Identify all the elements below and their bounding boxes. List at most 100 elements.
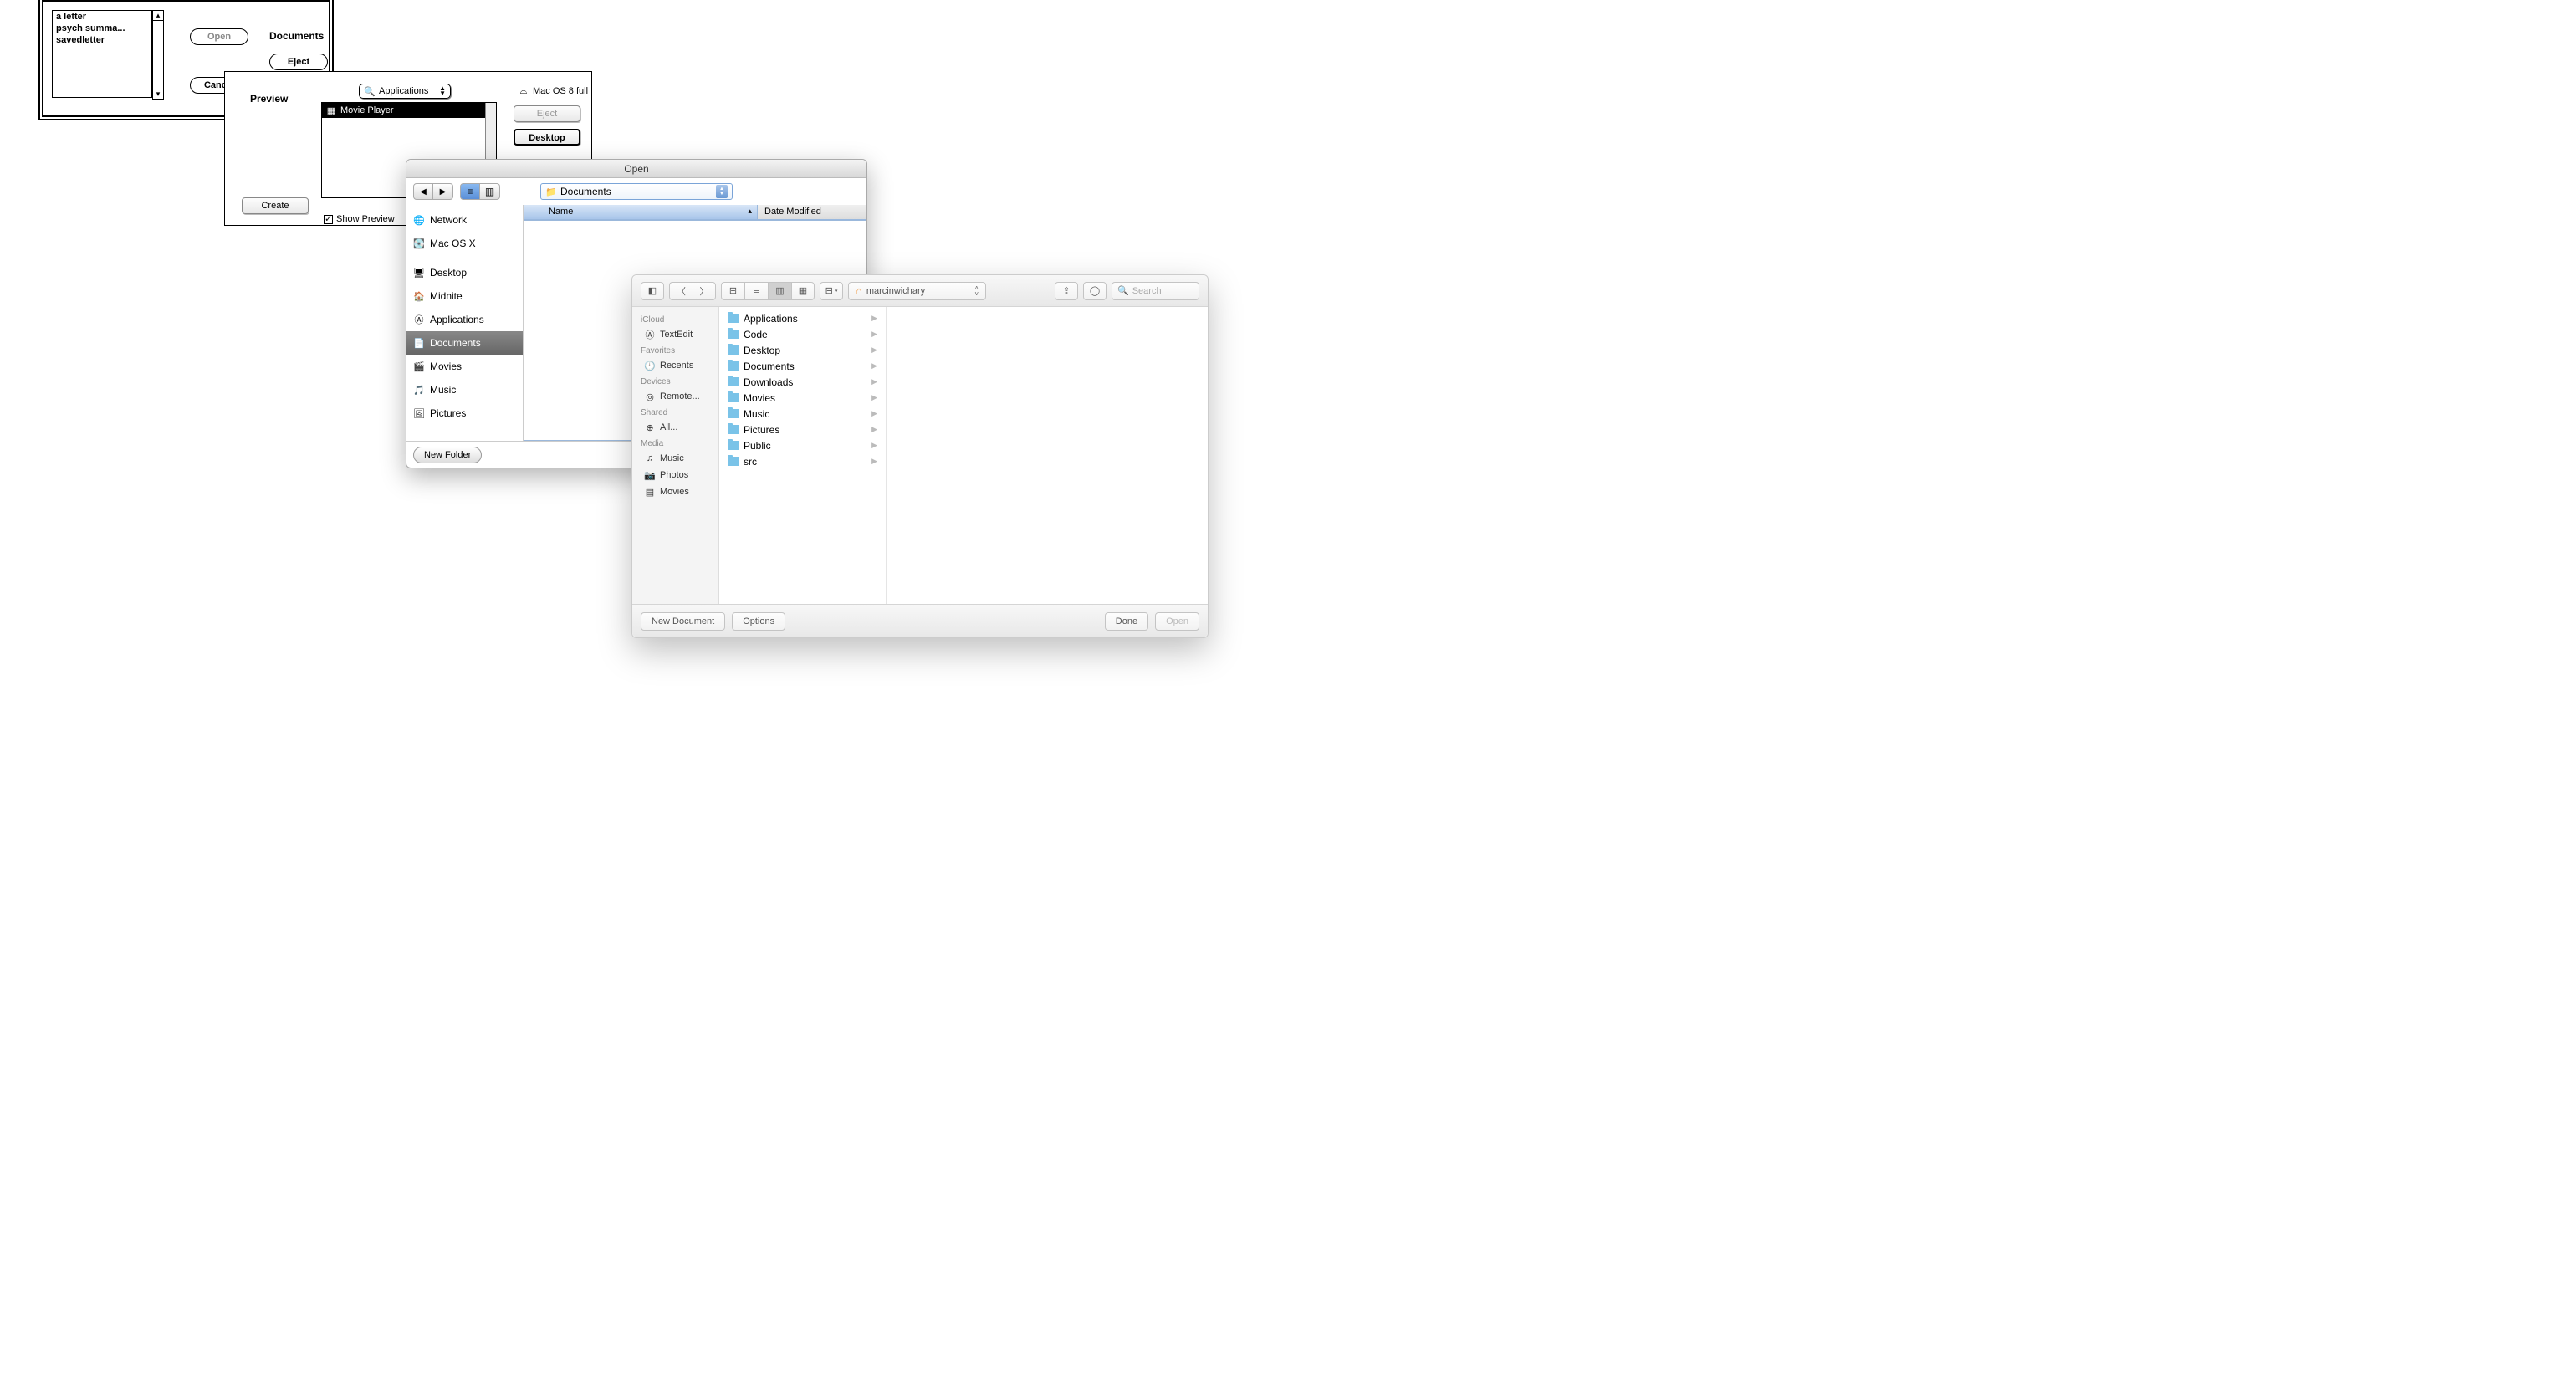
chevron-right-icon: ▶ bbox=[871, 361, 877, 371]
sidebar-item-label: Photos bbox=[660, 470, 688, 480]
folder-label: Desktop bbox=[744, 345, 780, 356]
group-by-button[interactable]: ⊟▾ bbox=[820, 282, 843, 300]
sidebar-heading-icloud: iCloud bbox=[632, 312, 718, 326]
gallery-icon: ▦ bbox=[799, 285, 807, 296]
back-button[interactable]: 〈 bbox=[669, 282, 693, 300]
file-list[interactable]: a letter psych summa... savedletter ▴ ▾ bbox=[52, 10, 152, 98]
scroll-up-icon[interactable]: ▴ bbox=[153, 11, 163, 21]
folder-item[interactable]: Movies▶ bbox=[719, 390, 886, 406]
desktop-button[interactable]: Desktop bbox=[514, 129, 580, 146]
eject-button[interactable]: Eject bbox=[514, 105, 580, 122]
sidebar-item-movies[interactable]: 🎬Movies bbox=[406, 355, 523, 378]
search-field[interactable]: 🔍 Search bbox=[1112, 282, 1199, 300]
location-label: Documents bbox=[269, 30, 324, 42]
folder-icon bbox=[728, 314, 739, 323]
folder-item[interactable]: Downloads▶ bbox=[719, 374, 886, 390]
sidebar-item-label: Music bbox=[430, 384, 456, 396]
folder-item[interactable]: Desktop▶ bbox=[719, 342, 886, 358]
location-popup[interactable]: 📁 Documents ▲▼ bbox=[540, 183, 733, 200]
back-icon: ◀ bbox=[420, 187, 427, 197]
folder-item[interactable]: Code▶ bbox=[719, 326, 886, 342]
forward-icon: ▶ bbox=[440, 187, 447, 197]
chevron-right-icon: ▶ bbox=[871, 393, 877, 402]
back-button[interactable]: ◀ bbox=[413, 183, 433, 200]
sidebar-item-documents[interactable]: 📄Documents bbox=[406, 331, 523, 355]
column-view-button[interactable]: ▥ bbox=[480, 183, 500, 200]
nav-buttons: 〈 〉 bbox=[669, 282, 716, 300]
sidebar-item-remote[interactable]: ◎Remote... bbox=[632, 388, 718, 405]
folder-item[interactable]: Music▶ bbox=[719, 406, 886, 422]
location-popup[interactable]: 🔍 Applications ▲▼ bbox=[359, 84, 451, 99]
folder-label: Music bbox=[744, 408, 769, 420]
sidebar-item-label: Remote... bbox=[660, 391, 700, 401]
folder-item[interactable]: Documents▶ bbox=[719, 358, 886, 374]
checkbox-icon bbox=[324, 215, 333, 224]
column-view-button[interactable]: ▥ bbox=[768, 282, 791, 300]
sidebar-item-all[interactable]: ⊕All... bbox=[632, 419, 718, 436]
file-item[interactable]: a letter bbox=[53, 11, 151, 23]
clock-icon: 🕘 bbox=[644, 360, 656, 371]
list-view-button[interactable]: ≡ bbox=[460, 183, 480, 200]
eject-button[interactable]: Eject bbox=[269, 54, 328, 70]
done-button[interactable]: Done bbox=[1105, 612, 1148, 631]
create-button[interactable]: Create bbox=[242, 197, 309, 214]
file-item[interactable]: psych summa... bbox=[53, 23, 151, 34]
tag-icon: ◯ bbox=[1090, 285, 1100, 296]
preview-label: Preview bbox=[250, 93, 288, 105]
forward-button[interactable]: 〉 bbox=[693, 282, 716, 300]
sidebar-item-textedit[interactable]: ⒶTextEdit bbox=[632, 326, 718, 343]
folder-item[interactable]: Public▶ bbox=[719, 437, 886, 453]
show-preview-checkbox[interactable]: Show Preview bbox=[324, 214, 395, 224]
sidebar-item-photos[interactable]: 📷Photos bbox=[632, 467, 718, 483]
new-folder-button[interactable]: New Folder bbox=[413, 447, 482, 463]
folder-item[interactable]: Applications▶ bbox=[719, 310, 886, 326]
gallery-view-button[interactable]: ▦ bbox=[791, 282, 815, 300]
options-button[interactable]: Options bbox=[732, 612, 785, 631]
sidebar-item-music[interactable]: 🎵 Music bbox=[406, 378, 523, 401]
empty-column bbox=[887, 307, 1208, 604]
sidebar-item-recents[interactable]: 🕘Recents bbox=[632, 357, 718, 374]
sidebar-item-home[interactable]: 🏠Midnite bbox=[406, 284, 523, 308]
file-item-selected[interactable]: ▦ Movie Player bbox=[322, 103, 496, 118]
location-label: marcinwichary bbox=[866, 286, 925, 296]
file-item[interactable]: savedletter bbox=[53, 34, 151, 46]
scroll-down-icon[interactable]: ▾ bbox=[153, 89, 163, 99]
folder-item[interactable]: Pictures▶ bbox=[719, 422, 886, 437]
scrollbar[interactable]: ▴ ▾ bbox=[152, 10, 164, 100]
apps-icon: Ⓐ bbox=[413, 314, 425, 325]
sidebar-item-desktop[interactable]: 🖥Desktop bbox=[406, 261, 523, 284]
sidebar-toggle-button[interactable]: ◧ bbox=[641, 282, 664, 300]
column-header-date[interactable]: Date Modified bbox=[758, 205, 866, 219]
sidebar-item-network[interactable]: 🌐Network bbox=[406, 208, 523, 232]
folder-item[interactable]: src▶ bbox=[719, 453, 886, 469]
list-icon: ≡ bbox=[754, 286, 759, 296]
sidebar-item-applications[interactable]: ⒶApplications bbox=[406, 308, 523, 331]
chevron-right-icon: 〉 bbox=[700, 284, 709, 298]
column-header-name[interactable]: Name bbox=[524, 205, 758, 219]
disk-icon: ⌓ bbox=[518, 85, 529, 97]
home-icon: ⌂ bbox=[856, 284, 862, 297]
forward-button[interactable]: ▶ bbox=[433, 183, 453, 200]
column-headers: Name Date Modified bbox=[524, 205, 866, 220]
new-document-button[interactable]: New Document bbox=[641, 612, 725, 631]
open-button[interactable]: Open bbox=[190, 28, 248, 45]
sidebar-item-label: Network bbox=[430, 214, 467, 226]
sidebar-item-disk[interactable]: 💽Mac OS X bbox=[406, 232, 523, 255]
chevron-right-icon: ▶ bbox=[871, 330, 877, 339]
chevron-left-icon: 〈 bbox=[677, 284, 686, 298]
tags-button[interactable]: ◯ bbox=[1083, 282, 1107, 300]
sidebar-item-label: Mac OS X bbox=[430, 238, 476, 249]
folder-icon bbox=[728, 457, 739, 466]
sidebar-item-pictures[interactable]: 🖼Pictures bbox=[406, 401, 523, 425]
list-view-button[interactable]: ≡ bbox=[744, 282, 768, 300]
chevron-right-icon: ▶ bbox=[871, 457, 877, 466]
share-button[interactable]: ⇪ bbox=[1055, 282, 1078, 300]
open-button[interactable]: Open bbox=[1155, 612, 1199, 631]
sidebar-item-movies[interactable]: ▤Movies bbox=[632, 483, 718, 500]
sidebar-item-music[interactable]: ♫Music bbox=[632, 450, 718, 467]
columns-icon: ▥ bbox=[485, 186, 494, 197]
icon-view-button[interactable]: ⊞ bbox=[721, 282, 744, 300]
location-popup[interactable]: ⌂ marcinwichary ˄˅ bbox=[848, 282, 986, 300]
music-icon: 🎵 bbox=[413, 384, 425, 396]
sidebar-heading-devices: Devices bbox=[632, 374, 718, 388]
